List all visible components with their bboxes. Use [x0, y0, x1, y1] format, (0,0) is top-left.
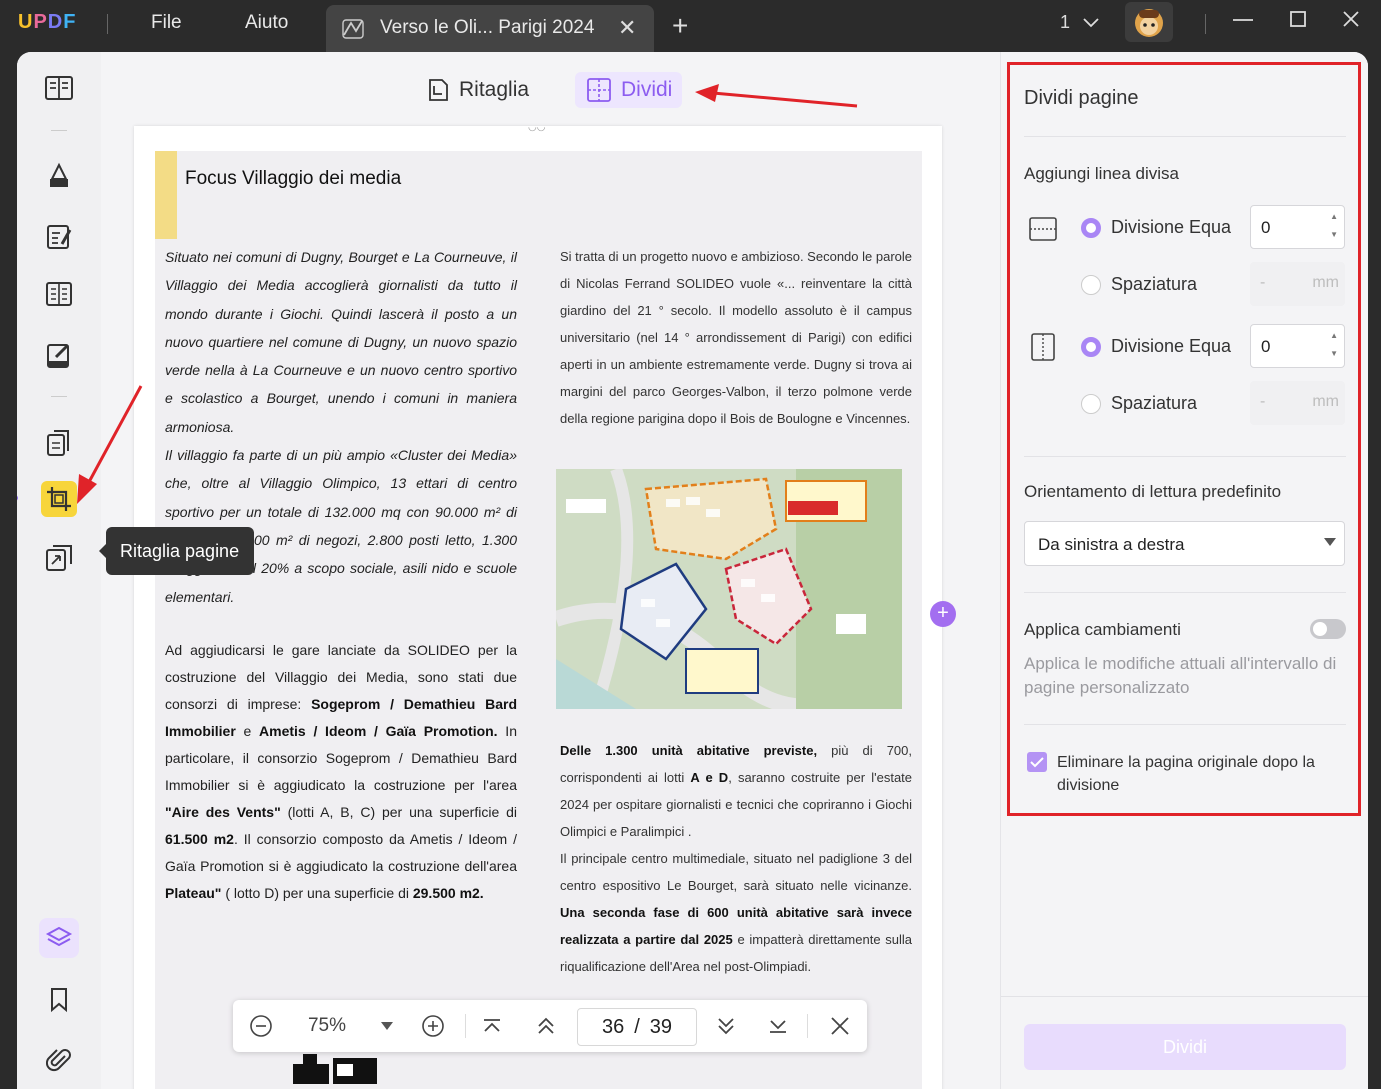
form-icon[interactable] — [41, 276, 77, 312]
window-page-number: 1 — [1060, 12, 1071, 32]
title-bar: UPDF File Aiuto Verso le Oli... Parigi 2… — [0, 0, 1381, 52]
page-navigation-bar: 75% 36 / 39 — [233, 1000, 867, 1052]
next-page-icon[interactable] — [711, 1000, 741, 1052]
document-tab-icon — [342, 19, 364, 45]
window-page-indicator[interactable]: 1 — [1060, 12, 1099, 33]
sign-icon[interactable] — [41, 338, 77, 374]
compress-icon[interactable] — [41, 540, 77, 576]
bookmark-icon[interactable] — [41, 982, 77, 1018]
split-icon — [587, 78, 611, 102]
document-tab[interactable]: Verso le Oli... Parigi 2024 ✕ — [326, 5, 654, 52]
paragraph: Delle 1.300 unità abitative previste, pi… — [560, 743, 913, 839]
split-mode-label: Dividi — [621, 78, 673, 101]
crop-mode-button[interactable]: Ritaglia — [415, 72, 539, 108]
previous-page-icon[interactable] — [531, 1000, 561, 1052]
close-window-icon[interactable] — [1341, 8, 1363, 36]
total-pages: 39 — [649, 1015, 673, 1038]
crop-icon — [429, 79, 448, 101]
title-accent-bar — [155, 151, 177, 239]
right-column: Si tratta di un progetto nuovo e ambizio… — [560, 249, 912, 426]
page-footer-logo — [293, 1054, 377, 1084]
annotation-highlight-box — [1007, 62, 1361, 816]
divider — [51, 130, 67, 131]
divider — [107, 14, 108, 34]
zoom-level[interactable]: 75% — [297, 1000, 357, 1052]
page-content: Focus Villaggio dei media Situato nei co… — [155, 151, 922, 1089]
split-button[interactable]: Dividi — [1024, 1024, 1346, 1070]
attachment-icon[interactable] — [41, 1042, 77, 1078]
annotation-arrow — [695, 84, 858, 108]
edit-pdf-icon[interactable] — [41, 219, 77, 255]
divider — [465, 1014, 466, 1038]
zoom-out-icon[interactable] — [243, 1000, 279, 1052]
close-tab-icon[interactable]: ✕ — [618, 15, 636, 41]
chevron-down-icon — [1083, 18, 1099, 28]
crop-mode-label: Ritaglia — [459, 78, 530, 101]
page-number-input[interactable]: 36 / 39 — [577, 1008, 697, 1046]
menu-help[interactable]: Aiuto — [245, 12, 288, 34]
avatar[interactable] — [1125, 2, 1173, 42]
pdf-page: ◡◡ Focus Villaggio dei media Situato nei… — [134, 126, 942, 1089]
layers-icon[interactable] — [39, 918, 79, 958]
divider — [1205, 14, 1206, 34]
minimize-icon[interactable] — [1232, 8, 1254, 36]
annotation-arrow — [77, 385, 143, 504]
split-mode-button[interactable]: Dividi — [575, 72, 683, 108]
active-tool-indicator — [17, 495, 18, 501]
menu-file[interactable]: File — [151, 12, 182, 34]
paragraph: Il villaggio fa parte di un più ampio «C… — [165, 447, 517, 605]
divider — [51, 396, 67, 397]
page-heading: Focus Villaggio dei media — [185, 168, 402, 189]
paragraph: Ad aggiudicarsi le gare lanciate da SOLI… — [165, 641, 517, 901]
paragraph: Il principale centro multimediale, situa… — [560, 851, 912, 974]
paragraph: Situato nei comuni di Dugny, Bourget e L… — [165, 249, 517, 435]
zoom-in-icon[interactable] — [415, 1000, 451, 1052]
page-separator: / — [634, 1015, 640, 1038]
new-tab-button[interactable]: + — [672, 10, 688, 42]
page-marker: ◡◡ — [528, 126, 546, 133]
close-navbar-icon[interactable] — [823, 1000, 857, 1052]
reader-icon[interactable] — [41, 70, 77, 106]
left-toolbar — [17, 52, 101, 1089]
first-page-icon[interactable] — [477, 1000, 507, 1052]
divider — [1001, 996, 1368, 997]
current-page: 36 — [601, 1015, 625, 1038]
updf-logo[interactable]: UPDF — [18, 11, 76, 34]
maximize-icon[interactable] — [1288, 8, 1310, 36]
divider — [807, 1014, 808, 1038]
last-page-icon[interactable] — [763, 1000, 793, 1052]
document-tab-title: Verso le Oli... Parigi 2024 — [380, 17, 595, 38]
site-map-image — [556, 469, 902, 709]
comment-icon[interactable] — [41, 158, 77, 194]
tooltip: Ritaglia pagine — [99, 527, 254, 575]
add-split-line-button[interactable]: + — [930, 601, 956, 627]
zoom-dropdown-icon[interactable] — [375, 1000, 399, 1052]
right-column-lower: Delle 1.300 unità abitative previste, pi… — [560, 737, 912, 980]
